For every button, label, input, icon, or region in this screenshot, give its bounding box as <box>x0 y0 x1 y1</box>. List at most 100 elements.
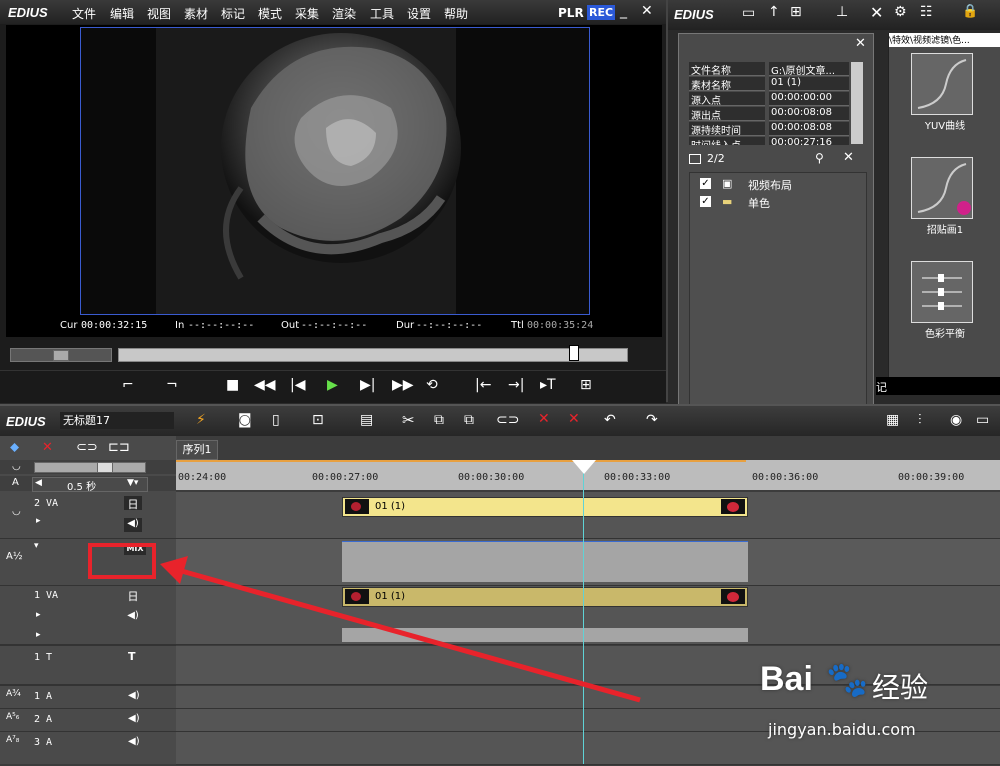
mode-icon[interactable]: ⚡ <box>196 412 206 428</box>
speaker-icon[interactable]: ◀) <box>128 736 140 747</box>
fx-color-balance[interactable] <box>911 261 973 323</box>
fx-yuv-curve[interactable] <box>911 53 973 115</box>
list-item[interactable]: ✓ ▣ 视频布局 <box>700 177 860 193</box>
save-icon[interactable]: ▤ <box>360 412 373 428</box>
position-bar[interactable] <box>118 345 628 362</box>
delete-clip-icon[interactable]: ✕ <box>538 411 550 427</box>
clip-2va[interactable]: 01 (1) <box>342 497 748 517</box>
folder-icon[interactable]: ▭ <box>742 5 755 21</box>
expand-icon[interactable]: ▸ <box>36 516 41 526</box>
cut-icon[interactable]: ✂ <box>402 411 415 429</box>
ripple-icon[interactable]: ✕ <box>42 440 53 455</box>
playhead-marker[interactable] <box>572 460 596 474</box>
copy-icon[interactable]: ⧉ <box>434 412 444 428</box>
color-wheel-icon[interactable]: ◉ <box>950 412 962 428</box>
menu-help[interactable]: 帮助 <box>444 5 468 22</box>
delete-icon[interactable]: ✕ <box>870 3 883 22</box>
zoom-slider[interactable] <box>34 462 146 473</box>
info-close-icon[interactable]: ✕ <box>855 36 866 51</box>
expand-down-icon[interactable]: ▾ <box>34 541 39 551</box>
fx-posterize[interactable] <box>911 157 973 219</box>
plr-toggle[interactable]: PLR <box>558 6 584 20</box>
view-icon[interactable]: ☷ <box>920 4 933 20</box>
zoom-left-icon[interactable]: ◀ <box>35 478 42 488</box>
stop-icon[interactable]: ■ <box>226 377 239 393</box>
paste-icon[interactable]: ⧉ <box>464 412 474 428</box>
link-icon[interactable]: ⊂⊃ <box>496 412 519 428</box>
checkbox[interactable]: ✓ <box>700 178 711 189</box>
properties-icon[interactable]: ⚙ <box>894 4 907 20</box>
add-icon[interactable]: ⊥ <box>836 4 848 20</box>
prev-edit-icon[interactable]: |← <box>475 377 491 393</box>
set-out-icon[interactable]: ¬ <box>166 377 178 393</box>
grid-icon[interactable]: ▦ <box>886 412 899 428</box>
step-back-icon[interactable]: |◀ <box>290 377 305 393</box>
next-edit-icon[interactable]: →| <box>508 377 524 393</box>
window-icon[interactable]: ▭ <box>976 412 989 428</box>
timeline-toolbar: EDIUS 无标题17 ⚡ ◙ ▯ ⊡ ▤ ✂ ⧉ ⧉ ⊂⊃ ✕ ✕ ↶ ↷ ▦… <box>0 406 1000 436</box>
open-icon[interactable]: ⊡ <box>312 412 324 428</box>
shuttle-slider[interactable] <box>10 348 112 362</box>
camera-icon[interactable]: ◙ <box>238 412 252 428</box>
new-icon[interactable]: ▯ <box>272 412 280 428</box>
menu-marker[interactable]: 标记 <box>221 5 245 22</box>
menu-edit[interactable]: 编辑 <box>110 5 134 22</box>
speaker-icon[interactable]: ◀) <box>128 713 140 724</box>
tool-icon[interactable]: ⬥ <box>10 440 19 455</box>
track-name: 2 VA <box>34 498 59 509</box>
tree-icon[interactable]: ⊞ <box>790 4 802 20</box>
speaker-icon[interactable]: ◀) <box>124 610 142 624</box>
project-title[interactable]: 无标题17 <box>60 412 174 429</box>
mixer-icon[interactable]: ⫶ <box>918 412 922 428</box>
rec-toggle[interactable]: REC <box>587 5 616 20</box>
collapse-icon[interactable]: ◡ <box>12 506 21 517</box>
lock-icon[interactable]: 🔒 <box>962 4 978 19</box>
menu-capture[interactable]: 采集 <box>295 5 319 22</box>
checkbox[interactable]: ✓ <box>700 196 711 207</box>
menu-file[interactable]: 文件 <box>72 5 96 22</box>
video-monitor-icon[interactable]: 日 <box>124 588 142 603</box>
audio-toggle-icon[interactable]: A <box>12 477 19 488</box>
rewind-icon[interactable]: ◀◀ <box>254 377 276 393</box>
shuttle-handle[interactable] <box>53 350 69 361</box>
minimize-icon[interactable]: _ <box>620 3 627 19</box>
expand-icon[interactable]: ▸ <box>36 610 41 620</box>
snap-icon[interactable]: ⊏⊐ <box>108 440 130 455</box>
remove-layer-icon[interactable]: ✕ <box>843 150 854 165</box>
effects-tab[interactable]: 记 <box>876 379 887 395</box>
loop-icon[interactable]: ⟲ <box>426 377 438 393</box>
filter-icon[interactable]: ⚲ <box>815 151 824 165</box>
list-item[interactable]: ✓ ▬ 单色 <box>700 195 860 211</box>
out-timecode: --:--:--:-- <box>301 320 368 331</box>
close-icon[interactable]: ✕ <box>641 3 653 19</box>
expand-icon[interactable]: ▸ <box>36 630 41 640</box>
menu-render[interactable]: 渲染 <box>332 5 356 22</box>
redo-icon[interactable]: ↷ <box>646 412 658 428</box>
sync-icon[interactable]: ⊂⊃ <box>76 440 98 455</box>
menu-clip[interactable]: 素材 <box>184 5 208 22</box>
up-icon[interactable]: ↑ <box>768 4 780 20</box>
fast-forward-icon[interactable]: ▶▶ <box>392 377 414 393</box>
zoom-handle[interactable] <box>97 463 113 472</box>
zoom-select[interactable]: ◀ 0.5 秒 ▼▾ <box>32 477 148 493</box>
menu-view[interactable]: 视图 <box>147 5 171 22</box>
set-in-icon[interactable]: ⌐ <box>122 377 134 393</box>
menu-mode[interactable]: 模式 <box>258 5 282 22</box>
menu-settings[interactable]: 设置 <box>407 5 431 22</box>
tab-sequence[interactable]: 序列1 <box>176 440 218 460</box>
step-forward-icon[interactable]: ▶| <box>360 377 375 393</box>
track-toggle-icon[interactable]: ◡ <box>12 461 21 472</box>
menu-tools[interactable]: 工具 <box>370 5 394 22</box>
prop-scrollbar[interactable] <box>851 62 863 144</box>
zoom-right-icon[interactable]: ▼▾ <box>127 478 138 488</box>
undo-icon[interactable]: ↶ <box>604 412 616 428</box>
speaker-icon[interactable]: ◀) <box>128 690 140 701</box>
ripple-delete-icon[interactable]: ✕ <box>568 411 580 427</box>
video-monitor-icon[interactable]: 日 <box>124 496 142 511</box>
insert-icon[interactable]: ▸T <box>540 377 556 393</box>
speaker-icon[interactable]: ◀) <box>124 518 142 532</box>
title-icon[interactable]: T <box>128 650 136 663</box>
play-icon[interactable]: ▶ <box>327 377 338 393</box>
position-handle[interactable] <box>569 345 579 361</box>
overwrite-icon[interactable]: ⊞ <box>580 377 592 393</box>
